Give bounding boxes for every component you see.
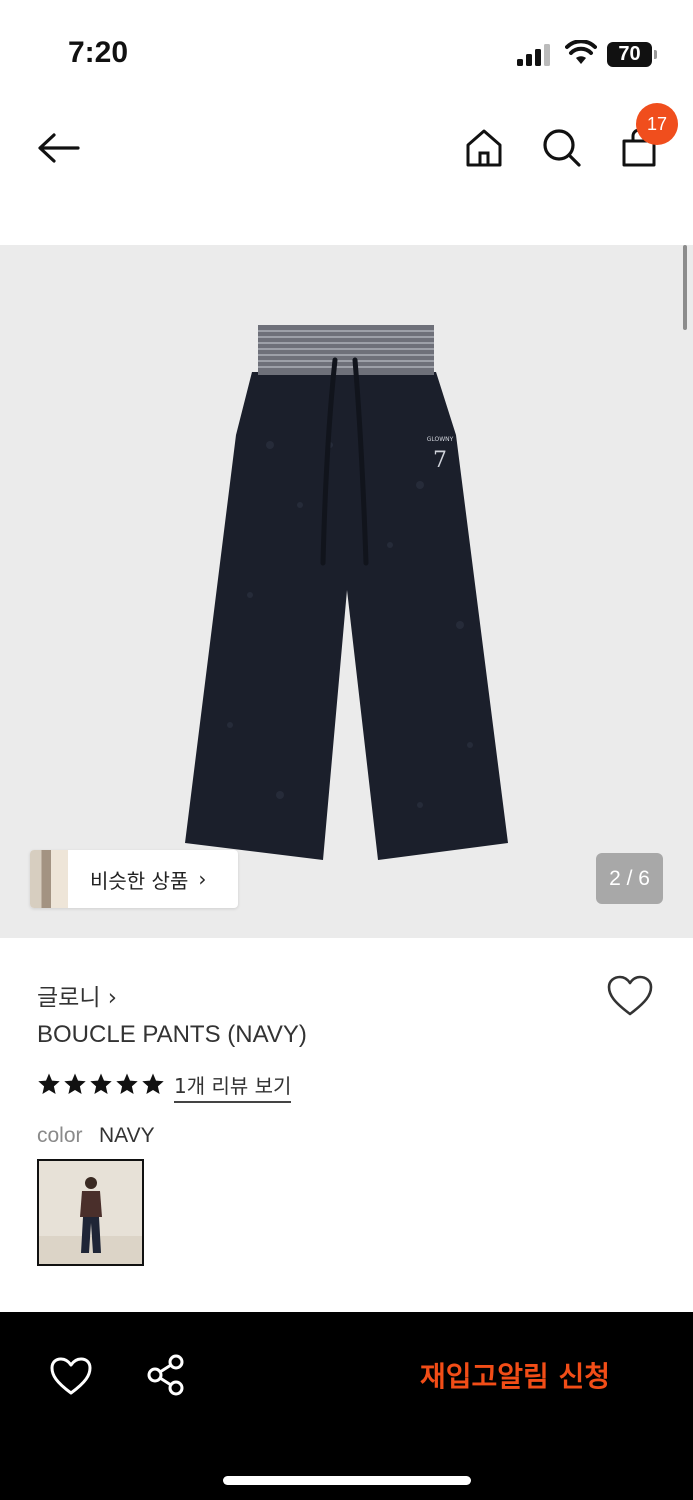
bottom-wishlist-button[interactable] — [48, 1355, 94, 1397]
review-link[interactable]: 1개 리뷰 보기 — [174, 1070, 292, 1103]
svg-text:7: 7 — [433, 448, 447, 473]
home-icon — [466, 129, 502, 167]
share-button[interactable] — [145, 1353, 187, 1397]
share-icon — [147, 1354, 184, 1396]
brand-link[interactable]: 글로니 › — [37, 978, 117, 1012]
heart-icon — [50, 1357, 92, 1395]
product-name: BOUCLE PANTS (NAVY) — [37, 1021, 307, 1048]
home-indicator[interactable] — [223, 1476, 471, 1485]
battery-icon: 70 — [607, 42, 657, 67]
arrow-left-icon — [38, 133, 80, 163]
product-image-gallery[interactable]: GLOWNY 7 — [0, 245, 693, 938]
search-icon — [543, 129, 581, 167]
restock-alert-button[interactable]: 재입고알림 신청 — [390, 1352, 640, 1398]
status-time: 7:20 — [68, 36, 129, 69]
chevron-right-icon: › — [198, 867, 207, 891]
wifi-icon — [565, 40, 597, 64]
page-scrollbar[interactable] — [683, 245, 687, 330]
star-icon — [64, 1073, 86, 1094]
back-button[interactable] — [34, 126, 84, 170]
svg-text:GLOWNY: GLOWNY — [427, 436, 454, 443]
rating-stars — [37, 1072, 165, 1096]
product-detail-screen: 7:20 70 17 GLOWNY 7 비슷한 상품 › 2 / 6 글로니 ›… — [0, 0, 693, 1500]
bottom-action-bar — [0, 1312, 693, 1500]
battery-level: 70 — [618, 43, 641, 65]
similar-product-thumbnail — [30, 850, 68, 908]
star-icon — [142, 1073, 164, 1094]
similar-products-button[interactable]: 비슷한 상품 › — [30, 850, 238, 908]
model-photo-thumbnail — [39, 1161, 142, 1264]
cart-count-badge: 17 — [636, 103, 678, 145]
home-button[interactable] — [460, 124, 508, 172]
color-label: color — [37, 1124, 83, 1147]
search-button[interactable] — [538, 124, 586, 172]
similar-products-label: 비슷한 상품 — [90, 868, 189, 893]
wishlist-button[interactable] — [606, 974, 654, 1018]
status-bar: 7:20 70 — [0, 0, 693, 100]
image-counter: 2 / 6 — [596, 853, 663, 904]
product-image: GLOWNY 7 — [185, 325, 508, 860]
star-icon — [90, 1073, 112, 1094]
star-icon — [116, 1073, 138, 1094]
star-icon — [38, 1073, 60, 1094]
cellular-signal-icon — [517, 44, 550, 66]
heart-icon — [607, 975, 653, 1016]
color-value: NAVY — [99, 1124, 155, 1147]
color-swatch-navy[interactable] — [37, 1159, 144, 1266]
